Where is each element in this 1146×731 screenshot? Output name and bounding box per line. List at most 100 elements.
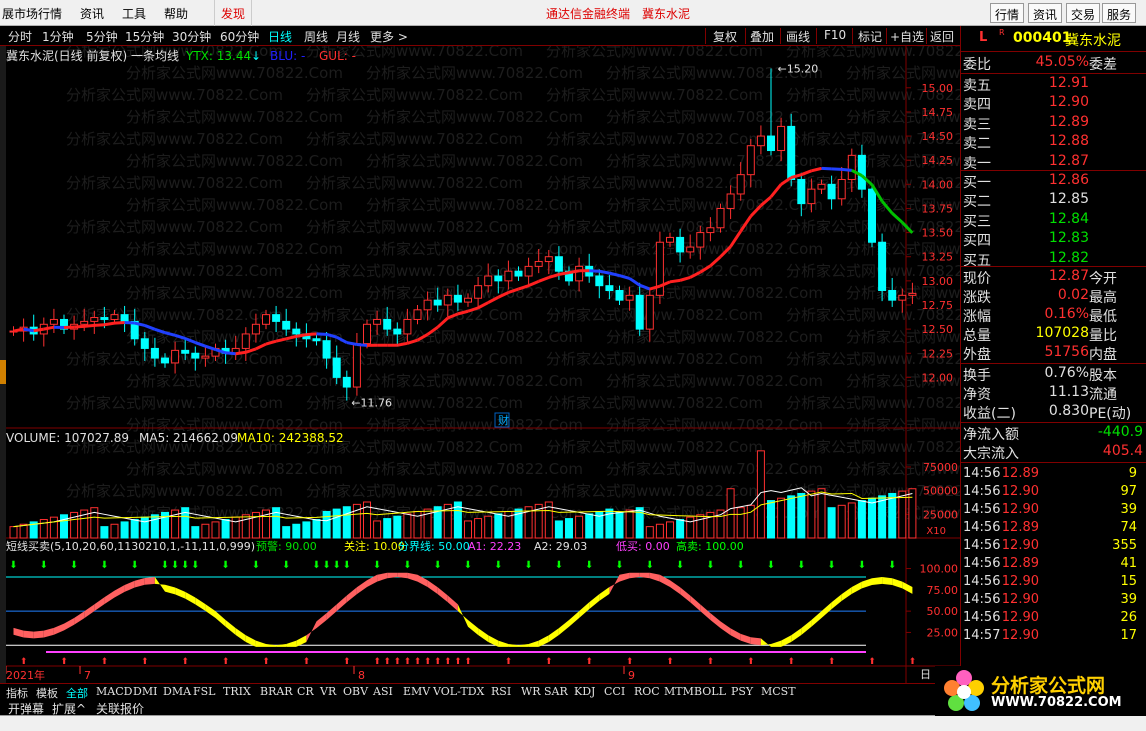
tick-volume: 41 <box>1120 556 1137 571</box>
watermark: 分析家公式网www.70822.Com <box>366 372 583 390</box>
candle-body <box>464 297 472 303</box>
tick-row[interactable]: 14:56 12.90 39 <box>961 592 1146 610</box>
menu-discover[interactable]: 发现 <box>214 0 252 26</box>
oscillator-band <box>407 572 418 582</box>
oscillator-band <box>730 628 741 641</box>
period-tab-30min[interactable]: 30分钟 <box>172 28 211 45</box>
indicator-tab-macd[interactable]: MACD <box>96 685 132 698</box>
indicator-tab-kdj[interactable]: KDJ <box>574 685 595 698</box>
period-tab-60min[interactable]: 60分钟 <box>220 28 259 45</box>
sell-arrow-icon: ⬇ <box>282 560 290 571</box>
period-tab-more[interactable]: 更多 > <box>370 28 408 45</box>
oscillator-band <box>670 580 681 595</box>
indicator-tab-fsl[interactable]: FSL <box>193 685 215 698</box>
indicator-tab-wr[interactable]: WR <box>521 685 541 698</box>
bid-row[interactable]: 买二 12.85 <box>961 191 1146 210</box>
bid-row[interactable]: 买三 12.84 <box>961 210 1146 230</box>
volume-bar <box>100 526 109 539</box>
date-label: 7 <box>84 669 91 682</box>
f10-button[interactable]: F10 <box>824 28 846 42</box>
indicator-tab-cr[interactable]: CR <box>297 685 314 698</box>
indicator-tab-trix[interactable]: TRIX <box>223 685 251 698</box>
kline-chart-area[interactable]: 分析家公式网www.70822.Com 分析家公式网www.70822.Com 分析… <box>6 46 960 686</box>
candle-body <box>666 236 674 243</box>
oscillator-band <box>13 627 24 638</box>
tick-row[interactable]: 14:56 12.89 41 <box>961 556 1146 574</box>
kline-chart-svg[interactable]: 分析家公式网www.70822.Com 分析家公式网www.70822.Com 分析… <box>6 46 960 686</box>
period-tab-fenshi[interactable]: 分时 <box>8 28 32 45</box>
indicator-tab-vr[interactable]: VR <box>320 685 336 698</box>
candle-body <box>635 294 644 330</box>
indicator-tab-boll[interactable]: BOLL <box>694 685 726 698</box>
period-tab-monthly[interactable]: 月线 <box>336 28 360 45</box>
back-button[interactable]: 返回 <box>930 28 954 45</box>
fuquan-button[interactable]: 复权 <box>713 28 737 45</box>
indicator-tab-mtm[interactable]: MTM <box>664 685 694 698</box>
indicator-tab-asi[interactable]: ASI <box>373 685 393 698</box>
oscillator-band <box>195 597 206 611</box>
menu-news[interactable]: 资讯 <box>80 5 104 22</box>
overlay-button[interactable]: 叠加 <box>750 28 774 45</box>
bid-price: 12.84 <box>1048 210 1089 227</box>
tick-row[interactable]: 14:57 12.90 17 <box>961 628 1146 646</box>
ask-row[interactable]: 卖三 12.89 <box>961 114 1146 133</box>
period-tab-15min[interactable]: 15分钟 <box>125 28 164 45</box>
period-tab-weekly[interactable]: 周线 <box>304 28 328 45</box>
period-tab-1min[interactable]: 1分钟 <box>42 28 74 45</box>
menu-market[interactable]: 展市场行情 <box>2 5 62 22</box>
volume-bar <box>342 506 351 539</box>
bid-row[interactable]: 买四 12.83 <box>961 230 1146 249</box>
period-tab-5min[interactable]: 5分钟 <box>86 28 118 45</box>
watermark: 分析家公式网www.70822.Com <box>846 64 960 82</box>
mark-button[interactable]: 标记 <box>858 28 882 45</box>
indicator-tab-brar[interactable]: BRAR <box>260 685 293 698</box>
sell-arrow-icon: ⬇ <box>737 560 745 571</box>
price-tick-label: 15.00 <box>922 82 954 95</box>
ask-row[interactable]: 卖五 12.91 <box>961 75 1146 94</box>
tick-row[interactable]: 14:56 12.90 15 <box>961 574 1146 592</box>
quote-button[interactable]: 行情 <box>990 3 1025 23</box>
indicator-value: 分界线: 50.00 <box>398 539 470 553</box>
indicator-tab-cci[interactable]: CCI <box>604 685 625 698</box>
indicator-tab-dmi[interactable]: DMI <box>133 685 157 698</box>
indicator-tab-mcst[interactable]: MCST <box>761 685 796 698</box>
indicator-tab-dma[interactable]: DMA <box>163 685 191 698</box>
add-favorite-button[interactable]: +自选 <box>890 28 924 45</box>
volume-bar <box>565 518 573 539</box>
tick-row[interactable]: 14:56 12.90 26 <box>961 610 1146 628</box>
ask-row[interactable]: 卖二 12.88 <box>961 133 1146 152</box>
news-button[interactable]: 资讯 <box>1028 3 1063 23</box>
tick-volume: 15 <box>1120 574 1137 589</box>
tick-row[interactable]: 14:56 12.89 74 <box>961 520 1146 538</box>
indicator-tab-sar[interactable]: SAR <box>544 685 568 698</box>
tick-row[interactable]: 14:56 12.90 39 <box>961 502 1146 520</box>
indicator-tab-emv[interactable]: EMV <box>403 685 430 698</box>
indicator-tab-psy[interactable]: PSY <box>731 685 753 698</box>
sell-arrow-icon: ⬇ <box>434 560 442 571</box>
watermark: 分析家公式网www.70822.Com <box>306 86 523 104</box>
candle-body <box>251 323 260 335</box>
indicator-tab-vol-tdx[interactable]: VOL-TDX <box>433 685 484 698</box>
trade-button[interactable]: 交易 <box>1066 3 1101 23</box>
tick-row[interactable]: 14:56 12.90 355 <box>961 538 1146 556</box>
ask-row[interactable]: 卖一 12.87 <box>961 153 1146 172</box>
watermark: 分析家公式网www.70822.Com <box>306 394 523 412</box>
oscillator-band <box>831 594 842 610</box>
indicator-tab-rsi[interactable]: RSI <box>491 685 511 698</box>
oscillator-band <box>144 577 155 585</box>
bid-row[interactable]: 买五 12.82 <box>961 250 1146 269</box>
tick-row[interactable]: 14:56 12.89 9 <box>961 466 1146 484</box>
volume-bar <box>292 523 301 539</box>
ind-tick-label: 25.00 <box>927 626 959 639</box>
candle-body <box>181 349 190 354</box>
period-tab-daily[interactable]: 日线 <box>268 28 292 45</box>
indicator-tab-roc[interactable]: ROC <box>634 685 660 698</box>
ask-row[interactable]: 卖四 12.90 <box>961 94 1146 113</box>
tick-row[interactable]: 14:56 12.90 97 <box>961 484 1146 502</box>
menu-help[interactable]: 帮助 <box>164 5 188 22</box>
draw-line-button[interactable]: 画线 <box>786 28 810 45</box>
service-button[interactable]: 服务 <box>1102 3 1137 23</box>
indicator-tab-obv[interactable]: OBV <box>343 685 368 698</box>
menu-tools[interactable]: 工具 <box>122 5 146 22</box>
bid-row[interactable]: 买一 12.86 <box>961 172 1146 191</box>
